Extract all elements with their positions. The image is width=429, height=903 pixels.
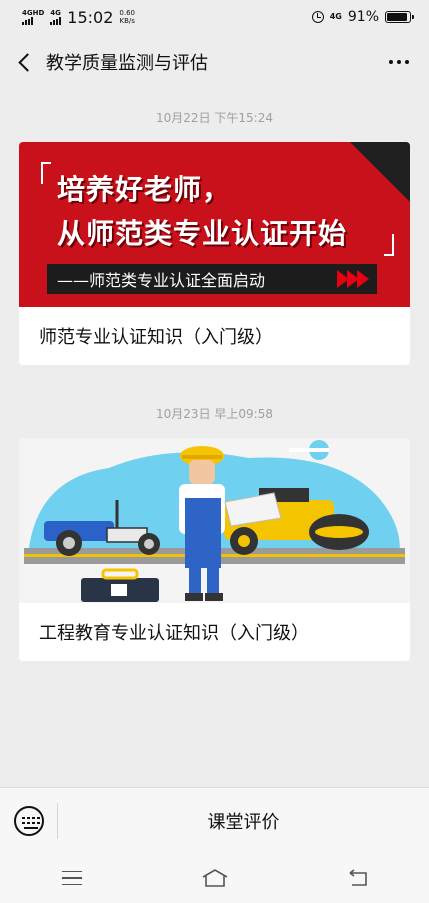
article-title: 工程教育专业认证知识（入门级） [39,623,309,644]
keyboard-icon [13,805,44,836]
signal-icon: 4GHD [22,9,44,25]
home-icon [202,869,227,887]
status-right: 4G 91% [311,9,414,25]
arrows-icon [337,270,369,288]
menu-icon [61,870,82,886]
system-nav-bar [0,853,429,903]
system-home-button[interactable] [185,853,245,903]
network-speed-value: 0.60 [119,9,135,17]
article-title: 师范专业认证知识（入门级） [39,327,273,348]
system-menu-button[interactable] [42,853,102,903]
menu-item-classroom-evaluation[interactable]: 课堂评价 [58,808,429,834]
page-title: 教学质量监测与评估 [46,53,208,74]
article-cover-image [19,438,410,603]
battery-percent: 91% [347,9,379,25]
cover-subline: ——师范类专业认证全面启动 [57,271,266,290]
nav-bar: 教学质量监测与评估 [0,34,429,90]
signal-label: 4GHD [22,9,45,17]
cover-headline-2: 从师范类专业认证开始 [57,217,348,250]
message-timestamp: 10月23日 早上09:58 [156,407,273,421]
clock: 15:02 [67,7,114,27]
back-button[interactable] [0,34,46,90]
article-card[interactable]: 培养好老师， 从师范类专业认证开始 ——师范类专业认证全面启动 师范专业认证知识… [19,142,410,365]
cover-headline: 培养好老师， [57,173,232,206]
chevron-left-icon [17,52,37,72]
status-left: 4GHD 4G 15:02 0.60 KB/s [22,8,135,27]
engineer-illustration [24,440,405,602]
system-back-button[interactable] [328,853,388,903]
article-card[interactable]: 工程教育专业认证知识（入门级） [19,438,410,661]
article-cover-image: 培养好老师， 从师范类专业认证开始 ——师范类专业认证全面启动 [19,142,410,307]
message-timestamp: 10月22日 下午15:24 [156,111,273,125]
alarm-icon [311,11,324,23]
network-speed-unit: KB/s [119,17,135,25]
network-speed: 0.60 KB/s [119,9,135,25]
keyboard-toggle-button[interactable] [0,802,58,839]
bottom-menu-bar: 课堂评价 [0,787,429,853]
status-bar: 4GHD 4G 15:02 0.60 KB/s 4G 91% [0,0,429,34]
more-button[interactable] [369,34,429,90]
signal-label: 4G [50,9,61,17]
network-type: 4G [329,12,342,21]
signal-icon: 4G [50,9,62,25]
back-arrow-icon [349,869,367,886]
battery-icon [385,11,414,23]
more-dots-icon [389,60,393,64]
